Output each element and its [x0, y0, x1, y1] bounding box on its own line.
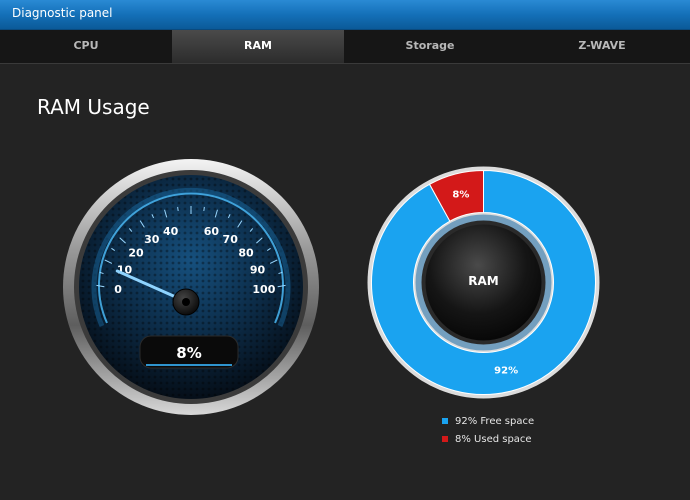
donut-data-label-free: 92% — [494, 366, 518, 377]
gauge-tick-label: 90 — [250, 264, 266, 277]
gauge-tick-label: 40 — [163, 225, 179, 238]
gauge-tick-label: 70 — [223, 233, 239, 246]
tab-bar: CPU RAM Storage Z-WAVE — [0, 30, 690, 64]
legend-item-free: 92% Free space — [442, 412, 534, 430]
legend-label-free: 92% Free space — [455, 415, 535, 427]
page-title: RAM Usage — [37, 95, 150, 119]
gauge-tick-label: 0 — [114, 283, 122, 296]
tab-ram[interactable]: RAM — [172, 30, 344, 63]
donut-center-label: RAM — [468, 274, 498, 288]
gauge-tick — [177, 206, 179, 211]
gauge-tick-label: 80 — [238, 246, 254, 259]
gauge-tick-label: 100 — [252, 283, 275, 296]
ram-speedometer-gauge: 010203040 60708090100 8% — [63, 159, 319, 415]
gauge-tick-label: 20 — [128, 246, 144, 259]
chart-legend: 92% Free space 8% Used space — [442, 412, 534, 448]
donut-data-label-used: 8% — [452, 189, 469, 200]
ram-donut-chart: RAM 8% 92% — [367, 166, 600, 399]
legend-label-used: 8% Used space — [455, 433, 532, 445]
tab-storage[interactable]: Storage — [344, 30, 516, 63]
gauge-readout: 8% — [176, 344, 201, 362]
legend-item-used: 8% Used space — [442, 430, 534, 448]
legend-swatch-free — [442, 418, 448, 424]
gauge-tick — [203, 206, 205, 211]
gauge-tick-label: 60 — [204, 225, 220, 238]
legend-swatch-used — [442, 436, 448, 442]
gauge-tick-label: 30 — [144, 233, 160, 246]
title-bar: Diagnostic panel — [0, 0, 690, 30]
tab-cpu[interactable]: CPU — [0, 30, 172, 63]
tab-z-wave[interactable]: Z-WAVE — [516, 30, 688, 63]
window-title: Diagnostic panel — [12, 6, 113, 20]
